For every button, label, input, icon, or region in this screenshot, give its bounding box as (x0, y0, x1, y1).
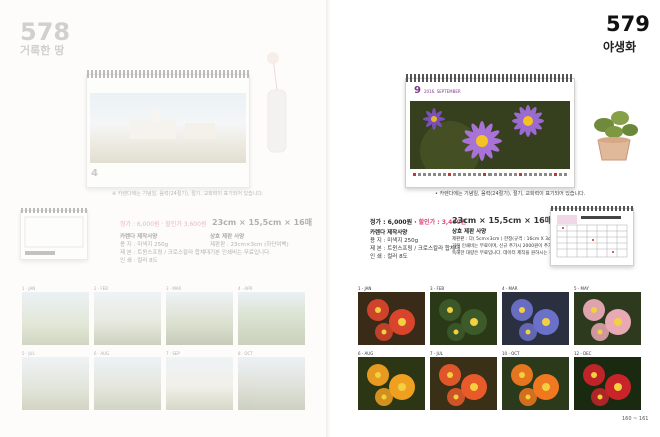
flower-thumbnail (502, 357, 569, 410)
calendar-date-cell (543, 173, 547, 176)
calendar-photo (90, 93, 246, 163)
calendar-date-cell (438, 173, 442, 176)
flower-thumbnail (430, 292, 497, 345)
calendar-date-cell (538, 173, 542, 176)
calendar-date-cell (448, 173, 452, 176)
flower-thumbnail (574, 292, 641, 345)
calendar-date-cell (443, 173, 447, 176)
plant-pot-image (594, 111, 638, 161)
month-thumbnail (238, 292, 305, 345)
vase-image (267, 52, 287, 153)
month-thumbnail (166, 292, 233, 345)
desk-calendar-thumbnail (20, 208, 88, 260)
month-thumbnail (22, 292, 89, 345)
page-number: 160 ~ 161 (622, 416, 649, 422)
flower-thumbnail (502, 292, 569, 345)
calendar-date-cell (553, 173, 557, 176)
month-thumbnail-label: 4 · APR (238, 286, 253, 291)
calendar-date-cell (428, 173, 432, 176)
month-thumbnail-label: 1 - JAN (358, 286, 372, 291)
calendar-date-cell (463, 173, 467, 176)
calendar-caption: ※ 카렌다에는 기념일, 음력(24절기), 절기, 교회력이 표기되어 있습니… (112, 191, 264, 197)
month-thumbnail-label: 8 · OCT (238, 351, 253, 356)
product-name: 야생화 (603, 40, 637, 54)
catalog-spread: 578 거룩한 땅 4 ※ 카렌다에는 기념일, 음력(24절기), 절기, 교… (0, 0, 660, 437)
calendar-date-cell (418, 173, 422, 176)
calendar-date-cell (483, 173, 487, 176)
calendar-mockup: 9 2016. SEPTEMBER (405, 74, 575, 188)
calendar-date-cell (548, 173, 552, 176)
calendar-month-number: 9 (414, 85, 421, 96)
calendar-caption: • 카렌다에는 기념일, 음력(24절기), 절기, 교회력이 표기되어 있습니… (435, 191, 586, 197)
month-thumbnail-label: 6 - AUG (358, 351, 374, 356)
desk-calendar-thumbnail (550, 206, 634, 266)
month-thumbnail (94, 357, 161, 410)
calendar-date-cell (433, 173, 437, 176)
price-label: 정가 : 6,000원 · 할인가 3,600원 (120, 221, 207, 228)
month-thumbnail (238, 357, 305, 410)
calendar-date-cell (423, 173, 427, 176)
month-thumbnail-label: 7 · SEP (166, 351, 180, 356)
flower-thumbnail (574, 357, 641, 410)
calendar-date-cell (488, 173, 492, 176)
calendar-date-cell (468, 173, 472, 176)
size-label: 23cm × 15,5cm × 16매 (452, 216, 553, 225)
month-thumbnail-label: 5 · JUL (22, 351, 35, 356)
flower-thumbnail (430, 357, 497, 410)
calendar-date-cell (523, 173, 527, 176)
price-regular: 정가 : 6,000원 · (370, 219, 419, 226)
calendar-date-cell (533, 173, 537, 176)
calendar-date-cell (513, 173, 517, 176)
calendar-date-cell (563, 173, 567, 176)
spec-box: 카렌다 제작사양 용 지 : 미색지 250g 제 본 : 트윈스프링 / 크로… (120, 234, 211, 264)
month-thumbnail-label: 3 · MAR (166, 286, 182, 291)
calendar-date-cell (413, 173, 417, 176)
calendar-date-cell (558, 173, 562, 176)
month-thumbnail-label: 10 - OCT (502, 351, 520, 356)
calendar-photo (410, 101, 570, 169)
month-thumbnail-label: 4 - MAR (502, 286, 518, 291)
flower-thumbnail (358, 357, 425, 410)
month-thumbnail-label: 3 - FEB (430, 286, 445, 291)
calendar-date-cell (528, 173, 532, 176)
month-thumbnail (166, 357, 233, 410)
calendar-mockup: 4 (86, 70, 250, 188)
right-page: 579 야생화 9 2016. SEPTEMBER • 카렌다에는 기념일, 음… (330, 0, 660, 437)
left-page: 578 거룩한 땅 4 ※ 카렌다에는 기념일, 음력(24절기), 절기, 교… (0, 0, 330, 437)
custom-spec-box: 상호 제판 사양 제판판 : 23cm×3cm (하단여백) 기본 인쇄비는 무… (210, 234, 289, 256)
calendar-date-row (412, 172, 568, 177)
flower-thumbnail (358, 292, 425, 345)
calendar-date-cell (503, 173, 507, 176)
spec-box: 카렌다 제작사양 용 지 : 미색지 250g 제 본 : 트윈스프링 / 크로… (370, 230, 461, 260)
month-thumbnail (22, 357, 89, 410)
calendar-date-cell (458, 173, 462, 176)
month-thumbnail-label: 12 - DEC (574, 351, 592, 356)
calendar-month-label: 2016. SEPTEMBER (424, 89, 461, 94)
calendar-date-cell (498, 173, 502, 176)
calendar-date-cell (473, 173, 477, 176)
month-thumbnail-label: 7 - JUL (430, 351, 443, 356)
month-thumbnail-label: 6 · AUG (94, 351, 110, 356)
month-thumbnail-label: 5 - MAY (574, 286, 589, 291)
size-label: 23cm × 15,5cm × 16매 (212, 218, 313, 227)
month-thumbnail (94, 292, 161, 345)
calendar-date-cell (508, 173, 512, 176)
product-name: 거룩한 땅 (20, 44, 65, 57)
product-number: 579 (606, 12, 650, 36)
month-thumbnail-label: 2 · FEB (94, 286, 108, 291)
month-thumbnail-label: 1 · JAN (22, 286, 36, 291)
calendar-date-cell (518, 173, 522, 176)
calendar-date-cell (453, 173, 457, 176)
calendar-date-cell (478, 173, 482, 176)
calendar-date-cell (493, 173, 497, 176)
